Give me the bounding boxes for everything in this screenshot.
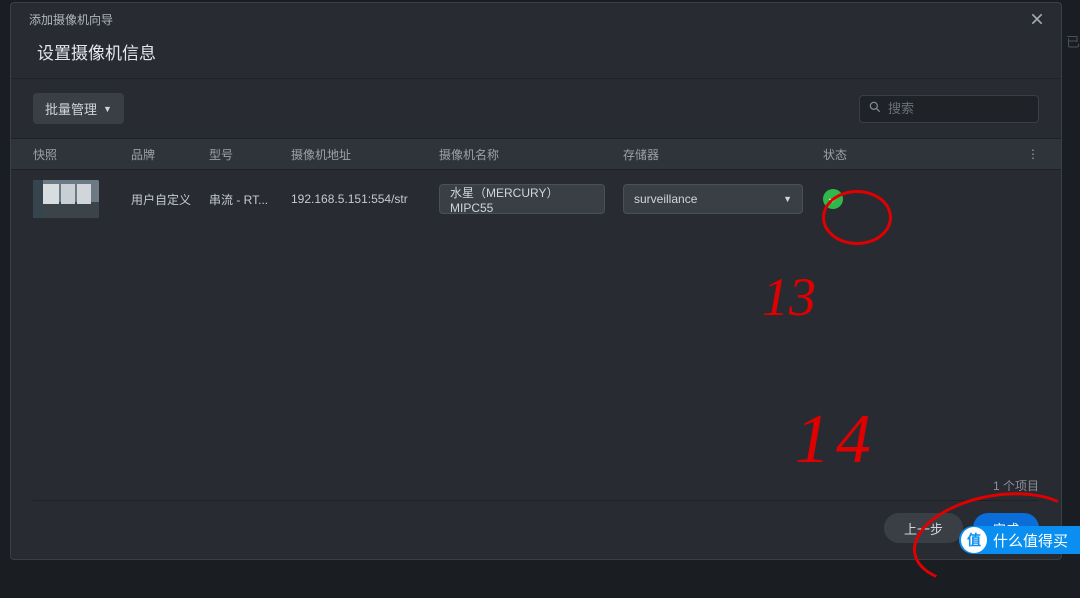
wizard-title: 添加摄像机向导: [29, 11, 113, 28]
search-box[interactable]: [859, 95, 1039, 123]
cell-snapshot: [33, 180, 131, 218]
prev-button[interactable]: 上一步: [884, 513, 963, 543]
snapshot-thumbnail[interactable]: [33, 180, 99, 218]
camera-name-value: 水星（MERCURY）MIPC55: [450, 184, 594, 215]
button-row: 上一步 完成: [33, 501, 1039, 543]
toolbar: 批量管理 ▼: [11, 79, 1061, 138]
cell-status: [823, 189, 1019, 209]
cell-model: 串流 - RT...: [209, 191, 291, 208]
search-input[interactable]: [888, 101, 1064, 116]
camera-name-input[interactable]: 水星（MERCURY）MIPC55: [439, 184, 605, 214]
col-storage: 存储器: [623, 146, 823, 163]
col-model: 型号: [209, 146, 291, 163]
col-snapshot: 快照: [33, 146, 131, 163]
chevron-down-icon: ▼: [783, 194, 792, 204]
status-ok-icon: [823, 189, 843, 209]
dialog-footer: 1 个项目 上一步 完成: [11, 469, 1061, 559]
add-camera-dialog: 添加摄像机向导 设置摄像机信息 批量管理 ▼ 快照 品牌 型号 摄像机地址 摄像…: [10, 2, 1062, 560]
batch-manage-button[interactable]: 批量管理 ▼: [33, 93, 124, 124]
background-letter: 已: [1066, 32, 1080, 52]
cell-name: 水星（MERCURY）MIPC55: [439, 184, 623, 214]
col-brand: 品牌: [131, 146, 209, 163]
cell-storage: surveillance ▼: [623, 184, 823, 214]
cell-address: 192.168.5.151:554/str: [291, 192, 439, 206]
table-row[interactable]: 用户自定义 串流 - RT... 192.168.5.151:554/str 水…: [11, 170, 1061, 228]
table-header: 快照 品牌 型号 摄像机地址 摄像机名称 存储器 状态 ⋮: [11, 138, 1061, 170]
col-status: 状态: [823, 146, 1019, 163]
watermark-badge: 值: [961, 527, 987, 553]
chevron-down-icon: ▼: [103, 104, 112, 114]
dialog-header: 添加摄像机向导: [11, 3, 1061, 29]
watermark: 值 什么值得买: [959, 526, 1080, 554]
batch-manage-label: 批量管理: [45, 99, 97, 118]
col-name: 摄像机名称: [439, 146, 623, 163]
more-columns-icon[interactable]: ⋮: [1019, 147, 1039, 161]
col-address: 摄像机地址: [291, 146, 439, 163]
close-icon[interactable]: [1025, 7, 1049, 31]
cell-brand: 用户自定义: [131, 191, 209, 208]
search-icon: [868, 100, 882, 117]
page-title: 设置摄像机信息: [11, 29, 1061, 78]
storage-value: surveillance: [634, 192, 697, 206]
storage-select[interactable]: surveillance ▼: [623, 184, 803, 214]
item-count: 1 个项目: [33, 477, 1039, 501]
watermark-text: 什么值得买: [993, 530, 1068, 551]
